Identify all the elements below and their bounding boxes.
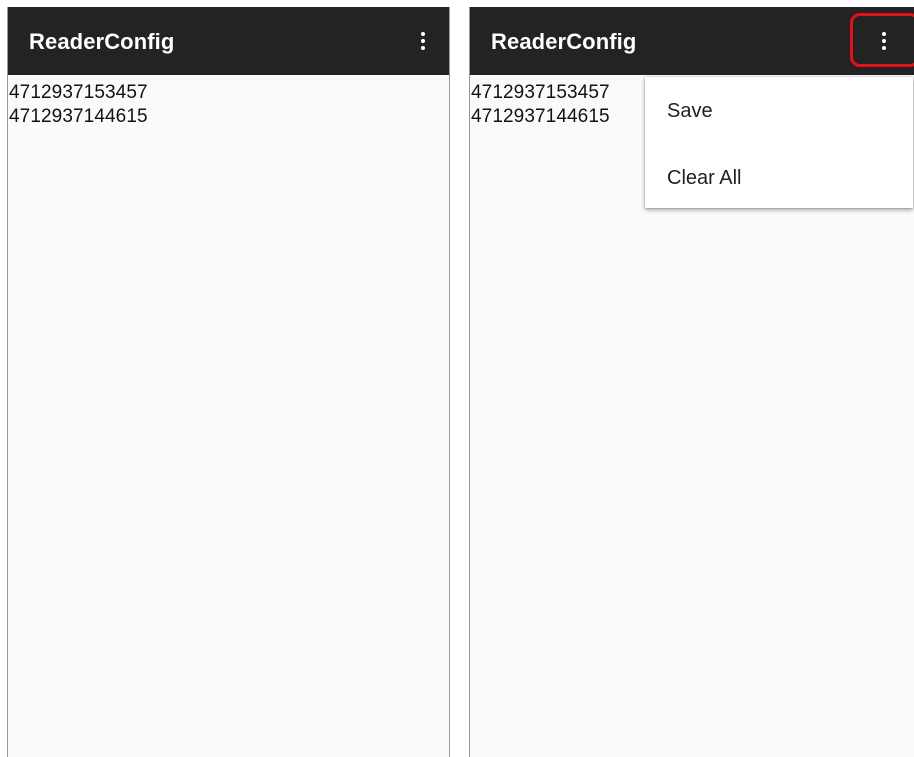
app-title: ReaderConfig	[491, 29, 637, 54]
app-bar: ReaderConfig	[470, 7, 914, 75]
overflow-popup-menu: Save Clear All	[645, 77, 913, 208]
screen-normal: ReaderConfig 4712937153457 4712937144615	[7, 7, 450, 757]
menu-item-save[interactable]: Save	[645, 87, 913, 135]
list-item: 4712937153457	[471, 82, 610, 103]
highlight-box	[850, 13, 914, 67]
list-item: 4712937144615	[9, 106, 148, 127]
scan-result-list: 4712937153457 4712937144615	[471, 81, 610, 129]
scan-result-list: 4712937153457 4712937144615	[9, 81, 148, 129]
app-bar: ReaderConfig	[8, 7, 449, 75]
more-vert-icon	[421, 32, 425, 50]
list-item: 4712937144615	[471, 106, 610, 127]
screen-menu-open: ReaderConfig 4712937153457 4712937144615…	[469, 7, 914, 757]
list-item: 4712937153457	[9, 82, 148, 103]
app-title: ReaderConfig	[29, 29, 175, 54]
menu-item-clear-all[interactable]: Clear All	[645, 154, 913, 202]
overflow-menu-button[interactable]	[407, 25, 439, 57]
